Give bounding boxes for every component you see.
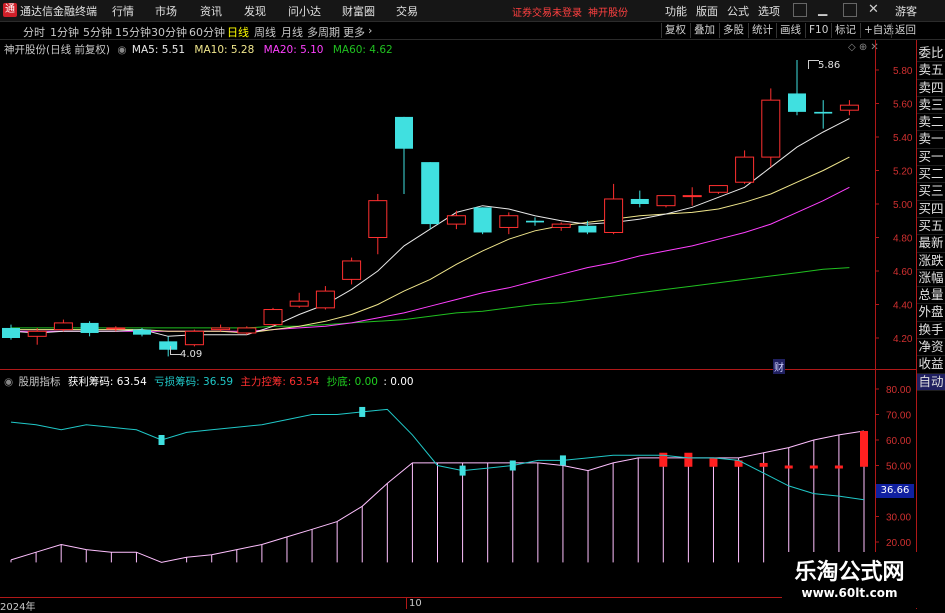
side-item-sell3[interactable]: 卖三 bbox=[917, 97, 945, 115]
side-item-latest[interactable]: 最新 bbox=[917, 235, 945, 253]
price-axis-label: 5.20 bbox=[893, 167, 913, 178]
main-control-bar bbox=[759, 462, 768, 467]
candle-body-down bbox=[80, 322, 99, 333]
price-axis-label: 4.80 bbox=[893, 234, 913, 245]
side-item-change[interactable]: 涨跌 bbox=[917, 253, 945, 270]
candle-body-up bbox=[446, 215, 466, 225]
candle-body-up bbox=[656, 195, 676, 207]
candle-body-up bbox=[211, 327, 231, 331]
candle-body-up bbox=[551, 223, 571, 228]
side-item-net-assets[interactable]: 净资 bbox=[917, 339, 945, 357]
candle-body-down bbox=[814, 111, 833, 114]
side-panel: 委比 卖五 卖四 卖三 卖二 卖一 买一 买二 买三 买四 买五 最新 涨跌 涨… bbox=[917, 45, 945, 391]
indicator-axis-label: 80.00 bbox=[886, 385, 911, 396]
loss-chip-marker bbox=[359, 406, 366, 417]
main-control-bar bbox=[834, 465, 843, 469]
side-item-sell2[interactable]: 卖二 bbox=[917, 114, 945, 132]
high-price-label: 5.86 bbox=[818, 60, 841, 71]
candle-body-up bbox=[839, 104, 859, 111]
candle-body-up bbox=[237, 327, 257, 334]
candle-body-down bbox=[788, 93, 806, 112]
side-item-earnings[interactable]: 收益 bbox=[917, 356, 945, 374]
side-item-buy5[interactable]: 买五 bbox=[917, 218, 945, 236]
side-item-buy2[interactable]: 买二 bbox=[917, 166, 945, 184]
candle-body-up bbox=[682, 195, 702, 198]
price-axis-label: 5.60 bbox=[893, 100, 913, 111]
candle-body-down bbox=[2, 327, 20, 338]
side-item-sell4[interactable]: 卖四 bbox=[917, 80, 945, 97]
indicator-axis-label: 30.00 bbox=[886, 513, 911, 524]
candle-body-up bbox=[604, 198, 624, 233]
side-item-weibi[interactable]: 委比 bbox=[917, 45, 945, 63]
indicator-axis-label: 50.00 bbox=[886, 462, 911, 473]
side-item-change-pct[interactable]: 涨幅 bbox=[917, 270, 945, 288]
main-control-bar bbox=[684, 452, 693, 467]
candle-body-down bbox=[133, 329, 151, 335]
side-item-buy1[interactable]: 买一 bbox=[917, 149, 945, 167]
side-item-buy4[interactable]: 买四 bbox=[917, 201, 945, 218]
candle-body-up bbox=[708, 185, 728, 193]
watermark: 乐淘公式网 www.60lt.com bbox=[782, 552, 917, 608]
kline-chart[interactable]: 5.80 5.60 5.40 5.20 5.00 4.80 4.60 4.40 4.20 80.… bbox=[0, 0, 945, 609]
price-axis-label: 5.00 bbox=[893, 200, 913, 211]
indicator-axis-label: 70.00 bbox=[886, 411, 911, 422]
side-item-sell1[interactable]: 卖一 bbox=[917, 131, 945, 149]
loss-chip-marker bbox=[459, 465, 466, 476]
candle-body-up bbox=[735, 156, 755, 183]
main-control-bar bbox=[809, 465, 818, 469]
candle-body-down bbox=[473, 207, 492, 233]
candle-body-up bbox=[315, 290, 335, 309]
candle-body-up bbox=[342, 260, 362, 280]
candle-body-up bbox=[263, 309, 283, 326]
main-control-bar bbox=[784, 465, 793, 469]
candle-body-down bbox=[578, 225, 597, 233]
loss-chip-marker bbox=[559, 455, 566, 466]
side-item-auto[interactable]: 自动 bbox=[917, 373, 945, 391]
side-item-outer[interactable]: 外盘 bbox=[917, 304, 945, 322]
side-item-turnover[interactable]: 换手 bbox=[917, 322, 945, 340]
watermark-url: www.60lt.com bbox=[801, 586, 898, 600]
finance-event-badge[interactable]: 财 bbox=[773, 359, 785, 374]
price-axis-label: 5.40 bbox=[893, 133, 913, 144]
candle-body-up bbox=[499, 215, 519, 228]
side-item-sell5[interactable]: 卖五 bbox=[917, 62, 945, 80]
price-axis-label: 4.20 bbox=[893, 334, 913, 345]
candle-body-down bbox=[421, 162, 440, 225]
low-price-label: 4.09 bbox=[180, 349, 203, 360]
candle-body-up bbox=[368, 200, 388, 238]
candle-body-up bbox=[106, 327, 126, 330]
watermark-title: 乐淘公式网 bbox=[794, 560, 905, 585]
indicator-axis-label: 60.00 bbox=[886, 436, 911, 447]
date-label-month: 10 bbox=[406, 598, 422, 609]
indicator-axis-label: 20.00 bbox=[886, 538, 911, 549]
candle-body-down bbox=[526, 220, 544, 223]
price-axis-label: 5.80 bbox=[893, 66, 913, 77]
main-control-bar bbox=[860, 430, 868, 467]
side-item-buy3[interactable]: 买三 bbox=[917, 183, 945, 201]
candle-body-up bbox=[761, 99, 781, 158]
loss-chip-marker bbox=[158, 435, 165, 445]
price-axis-label: 4.40 bbox=[893, 301, 913, 312]
loss-chip-marker bbox=[509, 460, 516, 471]
date-label-year: 2024年 bbox=[0, 602, 36, 613]
ma60-line bbox=[11, 267, 850, 329]
candle-body-up bbox=[184, 330, 204, 346]
candle-body-up bbox=[27, 330, 47, 337]
price-axis-label: 4.60 bbox=[893, 267, 913, 278]
side-item-volume[interactable]: 总量 bbox=[917, 287, 945, 305]
candle-body-down bbox=[395, 116, 413, 149]
candle-body-up bbox=[289, 300, 309, 307]
main-control-bar bbox=[709, 457, 718, 467]
indicator-current-value: 36.66 bbox=[876, 484, 914, 498]
candle-body-up bbox=[53, 322, 73, 331]
candle-body-down bbox=[630, 198, 649, 204]
